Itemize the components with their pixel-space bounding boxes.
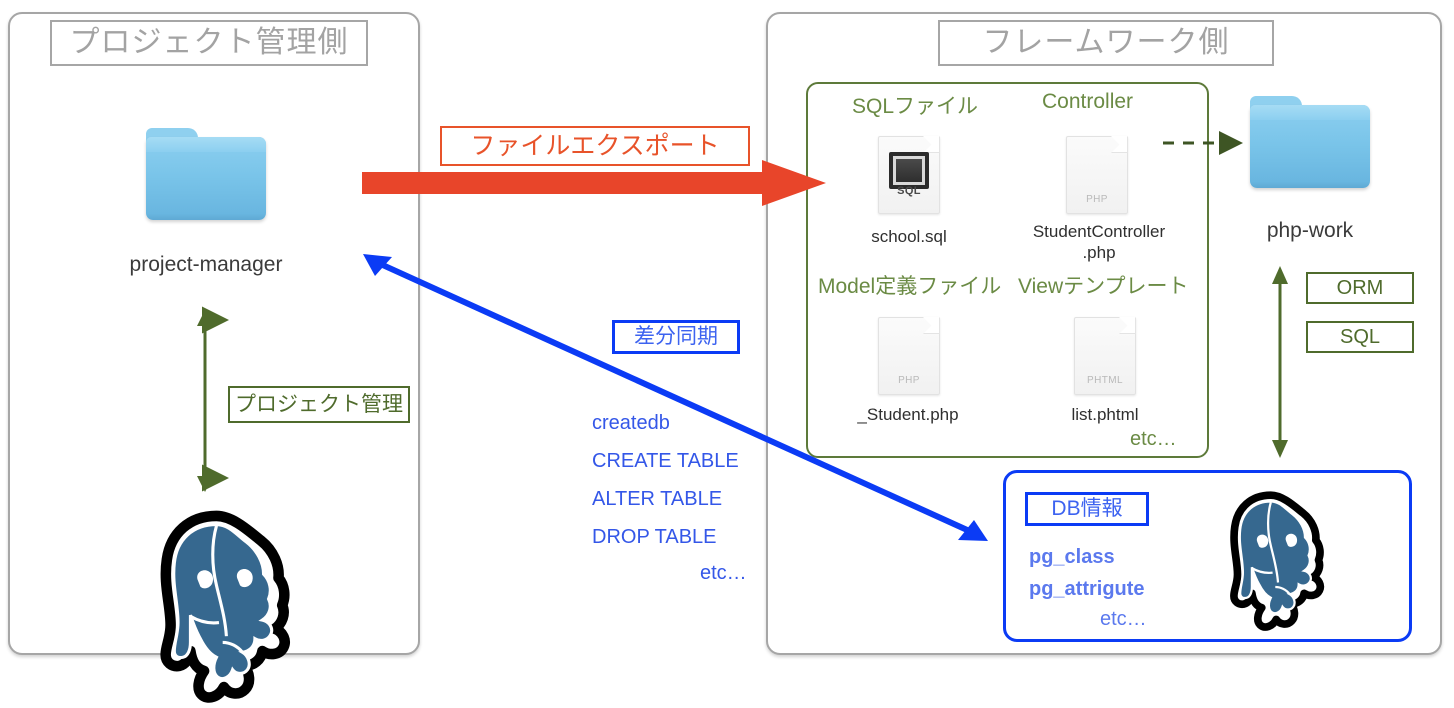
student-controller-caption-line2: .php xyxy=(1082,243,1116,262)
pg-attrigute-item: pg_attrigute xyxy=(1029,578,1145,600)
project-manager-label: project-manager xyxy=(129,253,283,276)
framework-files-etc: etc… xyxy=(1130,428,1177,450)
php-file-tag: PHP xyxy=(898,375,920,386)
sql-glyph xyxy=(889,152,929,189)
pg-class-item: pg_class xyxy=(1029,546,1115,568)
view-group-label: Viewテンプレート xyxy=(1018,275,1189,298)
phtml-file-icon-view[interactable]: PHTML xyxy=(1074,317,1136,395)
sql-tag: SQL xyxy=(1306,321,1414,353)
file-export-tag: ファイルエクスポート xyxy=(440,126,750,166)
student-controller-caption-line1: StudentController xyxy=(1032,222,1166,241)
sql-command-create-table: CREATE TABLE xyxy=(592,450,739,472)
phtml-file-tag: PHTML xyxy=(1087,375,1123,386)
db-info-etc: etc… xyxy=(1100,608,1147,630)
sql-file-icon[interactable]: SQL xyxy=(878,136,940,214)
model-group-label: Model定義ファイル xyxy=(818,275,1002,298)
project-management-panel-title: プロジェクト管理側 xyxy=(50,20,368,66)
folder-lip xyxy=(1250,105,1370,120)
php-file-icon-controller[interactable]: PHP xyxy=(1066,136,1128,214)
orm-tag: ORM xyxy=(1306,272,1414,304)
school-sql-caption: school.sql xyxy=(871,227,947,246)
php-work-label: php-work xyxy=(1266,219,1354,242)
student-model-caption: _Student.php xyxy=(857,405,959,424)
sql-command-createdb: createdb xyxy=(592,412,670,434)
sql-command-drop-table: DROP TABLE xyxy=(592,526,717,548)
php-file-icon-model[interactable]: PHP xyxy=(878,317,940,395)
folder-icon-project-manager[interactable] xyxy=(146,128,266,220)
sql-file-tag: SQL xyxy=(897,185,921,197)
folder-icon-php-work[interactable] xyxy=(1250,96,1370,188)
folder-lip xyxy=(146,137,266,152)
php-file-tag: PHP xyxy=(1086,194,1108,205)
file-export-arrow xyxy=(362,160,826,206)
sql-command-alter-table: ALTER TABLE xyxy=(592,488,723,510)
db-info-tag: DB情報 xyxy=(1025,492,1149,526)
project-management-relation-tag: プロジェクト管理 xyxy=(228,386,410,423)
controller-group-label: Controller xyxy=(1042,90,1134,113)
sql-command-etc: etc… xyxy=(700,562,747,584)
sql-file-group-label: SQLファイル xyxy=(852,95,979,118)
diff-sync-tag: 差分同期 xyxy=(612,320,740,354)
framework-panel-title: フレームワーク側 xyxy=(938,20,1274,66)
list-phtml-caption: list.phtml xyxy=(1071,405,1139,424)
project-management-panel xyxy=(8,12,420,655)
